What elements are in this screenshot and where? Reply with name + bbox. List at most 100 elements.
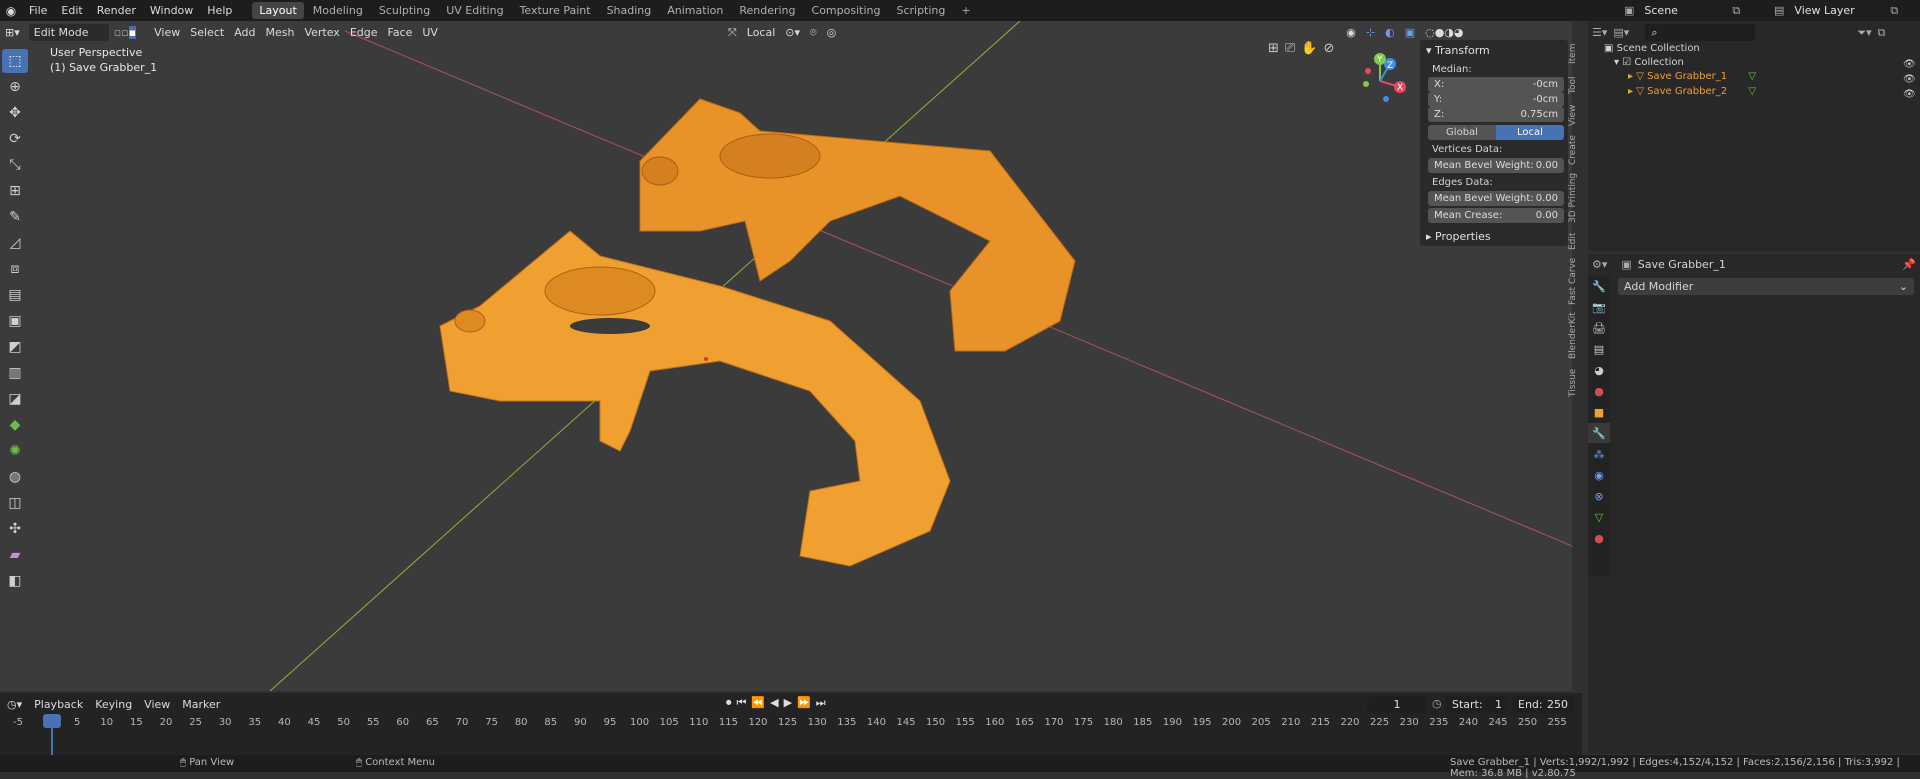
xray-icon[interactable]: ▣ bbox=[1400, 24, 1420, 41]
bevel-icon[interactable]: ◩ bbox=[2, 335, 28, 359]
object-props-icon[interactable]: ■ bbox=[1588, 402, 1610, 422]
select-box-icon[interactable]: ⬚ bbox=[2, 49, 28, 73]
visibility-eye-icons[interactable]: 👁 👁 👁 bbox=[1903, 57, 1916, 102]
next-key-icon[interactable]: ⏩ bbox=[797, 696, 811, 710]
scene-field[interactable]: Scene bbox=[1638, 2, 1729, 19]
tab-scripting[interactable]: Scripting bbox=[889, 2, 952, 19]
vp-menu-uv[interactable]: UV bbox=[417, 24, 443, 41]
median-z-field[interactable]: Z: 0.75cm bbox=[1428, 107, 1564, 122]
mode-dropdown[interactable]: Edit Mode bbox=[28, 23, 109, 41]
visibility-icon[interactable]: ◉ bbox=[1341, 24, 1361, 41]
menu-edit[interactable]: Edit bbox=[54, 0, 89, 21]
overlay-icon[interactable]: ◐ bbox=[1380, 24, 1400, 41]
outliner-search-input[interactable]: ⌕ bbox=[1645, 24, 1756, 41]
scale-icon[interactable]: ⤡ bbox=[2, 153, 28, 177]
vp-menu-view[interactable]: View bbox=[149, 24, 185, 41]
extrude-icon[interactable]: ▤ bbox=[2, 283, 28, 307]
new-collection-icon[interactable]: ⧉ bbox=[1878, 26, 1886, 40]
tab-tissue[interactable]: Tissue bbox=[1568, 366, 1582, 400]
blender-logo-icon[interactable]: ◉ bbox=[0, 4, 22, 18]
vertex-bevel-weight-field[interactable]: Mean Bevel Weight: 0.00 bbox=[1428, 158, 1564, 173]
display-mode-icon[interactable]: ▤▾ bbox=[1613, 26, 1629, 39]
shrink-icon[interactable]: ✣ bbox=[2, 517, 28, 541]
vp-menu-add[interactable]: Add bbox=[229, 24, 260, 41]
world-props-icon[interactable]: ● bbox=[1588, 381, 1610, 401]
median-y-field[interactable]: Y: -0cm bbox=[1428, 92, 1564, 107]
tree-collection[interactable]: ▾ ☑ Collection bbox=[1614, 57, 1684, 68]
timeline-editor-icon[interactable]: ◷▾ bbox=[2, 696, 27, 713]
modifier-props-icon[interactable]: 🔧 bbox=[1588, 423, 1610, 443]
measure-icon[interactable]: ◿ bbox=[2, 231, 28, 255]
menu-render[interactable]: Render bbox=[90, 0, 143, 21]
pivot-icon[interactable]: ⊙▾ bbox=[780, 24, 805, 41]
checkbox-icon[interactable]: ☑ bbox=[1622, 57, 1631, 68]
scene-props-icon[interactable]: ◕ bbox=[1588, 360, 1610, 380]
camera-icon[interactable]: ⎚ bbox=[1285, 41, 1295, 56]
rotate-icon[interactable]: ⟳ bbox=[2, 127, 28, 151]
tree-scene-collection[interactable]: ▣ Scene Collection bbox=[1604, 43, 1700, 54]
render-props-icon[interactable]: 📷 bbox=[1588, 297, 1610, 317]
play-icon[interactable]: ▶ bbox=[784, 696, 792, 710]
current-frame-field[interactable]: 1 bbox=[1367, 696, 1427, 713]
vp-menu-vertex[interactable]: Vertex bbox=[299, 24, 344, 41]
mean-crease-field[interactable]: Mean Crease: 0.00 bbox=[1428, 208, 1564, 223]
vp-menu-mesh[interactable]: Mesh bbox=[260, 24, 299, 41]
shear-icon[interactable]: ▰ bbox=[2, 543, 28, 567]
constraints-props-icon[interactable]: ⊗ bbox=[1588, 486, 1610, 506]
edge-bevel-weight-field[interactable]: Mean Bevel Weight: 0.00 bbox=[1428, 191, 1564, 206]
tab-blenderkit[interactable]: BlenderKit bbox=[1568, 310, 1582, 362]
menu-marker[interactable]: Marker bbox=[177, 696, 225, 713]
jump-end-icon[interactable]: ⏭ bbox=[816, 696, 826, 710]
edge-slide-icon[interactable]: ◫ bbox=[2, 491, 28, 515]
menu-file[interactable]: File bbox=[22, 0, 54, 21]
tab-rendering[interactable]: Rendering bbox=[732, 2, 802, 19]
timeline-ruler[interactable]: -515101520253035404550556065707580859095… bbox=[0, 713, 1582, 755]
cursor-icon[interactable]: ⊕ bbox=[2, 75, 28, 99]
move-icon[interactable]: ✥ bbox=[2, 101, 28, 125]
orientation-dropdown[interactable]: Local bbox=[742, 24, 781, 41]
prev-key-icon[interactable]: ⏪ bbox=[751, 696, 765, 710]
tab-animation[interactable]: Animation bbox=[660, 2, 730, 19]
add-workspace-button[interactable]: + bbox=[954, 2, 977, 19]
tree-object-1[interactable]: ▸ ▽ Save Grabber_1 ▽ bbox=[1628, 71, 1756, 82]
filter-icon[interactable]: ⏷▾ bbox=[1857, 26, 1871, 40]
end-frame-field[interactable]: End: 250 bbox=[1512, 696, 1574, 713]
3d-viewport[interactable]: ⊞▾ Edit Mode ▫▫▪ View Select Add Mesh Ve… bbox=[0, 21, 1572, 691]
tab-create[interactable]: Create bbox=[1568, 132, 1582, 168]
add-cube-icon[interactable]: ⧈ bbox=[2, 257, 28, 281]
tab-texture-paint[interactable]: Texture Paint bbox=[513, 2, 598, 19]
record-icon[interactable]: ⏺ bbox=[726, 696, 732, 710]
zoom-icon[interactable]: ⊘ bbox=[1324, 41, 1335, 56]
menu-help[interactable]: Help bbox=[200, 0, 239, 21]
view-layer-field[interactable]: View Layer bbox=[1788, 2, 1887, 19]
properties-editor-icon[interactable]: ⚙▾ bbox=[1592, 258, 1607, 271]
menu-playback[interactable]: Playback bbox=[29, 696, 88, 713]
playhead[interactable] bbox=[43, 714, 61, 728]
vp-menu-select[interactable]: Select bbox=[185, 24, 229, 41]
tab-edit[interactable]: Edit bbox=[1568, 230, 1582, 252]
tree-object-2[interactable]: ▸ ▽ Save Grabber_2 ▽ bbox=[1628, 86, 1756, 97]
loop-cut-icon[interactable]: ▥ bbox=[2, 361, 28, 385]
spin-icon[interactable]: ✺ bbox=[2, 439, 28, 463]
knife-icon[interactable]: ◪ bbox=[2, 387, 28, 411]
vp-menu-face[interactable]: Face bbox=[383, 24, 418, 41]
tab-sculpting[interactable]: Sculpting bbox=[372, 2, 437, 19]
rip-icon[interactable]: ◧ bbox=[2, 569, 28, 593]
global-toggle[interactable]: Global bbox=[1428, 125, 1496, 140]
editor-type-icon[interactable]: ⊞▾ bbox=[0, 24, 25, 41]
properties-header[interactable]: ▸ Properties bbox=[1426, 230, 1491, 243]
new-view-layer-icon[interactable]: ⧉ bbox=[1890, 4, 1898, 18]
hand-pan-icon[interactable]: ✋ bbox=[1301, 41, 1317, 56]
tab-compositing[interactable]: Compositing bbox=[805, 2, 888, 19]
poly-build-icon[interactable]: ◆ bbox=[2, 413, 28, 437]
tab-shading[interactable]: Shading bbox=[600, 2, 659, 19]
tab-3d-printing[interactable]: 3D Printing bbox=[1568, 170, 1582, 226]
select-mode-icons[interactable]: ▫▫▪ bbox=[109, 24, 141, 41]
ortho-grid-icon[interactable]: ⊞ bbox=[1268, 41, 1279, 56]
outliner-editor-icon[interactable]: ☰▾ bbox=[1592, 26, 1607, 39]
jump-start-icon[interactable]: ⏮ bbox=[737, 696, 747, 710]
snap-icon[interactable]: ⌾ bbox=[805, 24, 822, 41]
proportional-edit-icon[interactable]: ◎ bbox=[822, 24, 842, 41]
menu-window[interactable]: Window bbox=[143, 0, 200, 21]
tab-modeling[interactable]: Modeling bbox=[306, 2, 370, 19]
